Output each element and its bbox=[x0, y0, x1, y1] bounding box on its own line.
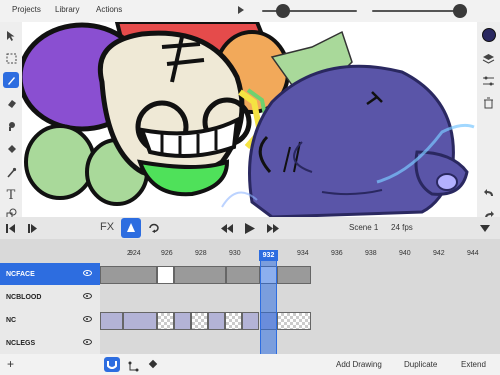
marquee-icon[interactable] bbox=[3, 50, 19, 66]
adjustments-icon[interactable] bbox=[480, 72, 497, 89]
frame-ruler[interactable]: 2924926928930932934936938940942944 bbox=[100, 250, 500, 262]
top-menu-bar: Projects Library Actions bbox=[0, 0, 500, 22]
first-frame-icon[interactable] bbox=[4, 221, 18, 235]
branch-icon[interactable] bbox=[128, 359, 139, 375]
opacity-knob[interactable] bbox=[453, 4, 467, 18]
frame-cell[interactable] bbox=[123, 312, 157, 330]
visibility-eye-icon[interactable] bbox=[83, 270, 92, 276]
step-forward-icon[interactable] bbox=[26, 221, 40, 235]
play-button[interactable] bbox=[243, 221, 257, 235]
frame-cell[interactable] bbox=[100, 266, 157, 284]
track-ncface[interactable] bbox=[100, 264, 500, 286]
onion-skin-icon[interactable] bbox=[121, 218, 141, 238]
trash-icon[interactable] bbox=[480, 94, 497, 111]
library-menu[interactable]: Library bbox=[55, 5, 79, 14]
frame-cell[interactable] bbox=[208, 312, 225, 330]
play-icon[interactable] bbox=[238, 6, 244, 14]
loop-icon[interactable] bbox=[147, 221, 161, 235]
frame-cell[interactable] bbox=[100, 312, 123, 330]
fx-button[interactable]: FX bbox=[100, 221, 114, 233]
ruler-tick-label: 944 bbox=[467, 250, 479, 257]
layer-row-nclegs[interactable]: NCLEGS bbox=[0, 332, 100, 354]
frame-cell[interactable] bbox=[277, 266, 311, 284]
scene-selector[interactable]: Scene 1 bbox=[349, 223, 378, 232]
ruler-tick-label: 936 bbox=[331, 250, 343, 257]
text-tool-icon[interactable]: T bbox=[3, 187, 19, 203]
layer-name: NCFACE bbox=[6, 270, 35, 278]
layer-row-ncblood[interactable]: NCBLOOD bbox=[0, 286, 100, 308]
frame-cell[interactable] bbox=[174, 312, 191, 330]
frame-cell[interactable] bbox=[157, 266, 174, 284]
visibility-eye-icon[interactable] bbox=[83, 339, 92, 345]
frame-cell[interactable] bbox=[225, 312, 242, 330]
ruler-tick-label: 930 bbox=[229, 250, 241, 257]
current-frame-label[interactable]: 932 bbox=[259, 250, 278, 261]
ruler-tick-label: 940 bbox=[399, 250, 411, 257]
actions-menu[interactable]: Actions bbox=[96, 5, 122, 14]
fill-tip-icon[interactable] bbox=[3, 118, 19, 134]
visibility-eye-icon[interactable] bbox=[83, 293, 92, 299]
frame-cell[interactable] bbox=[277, 312, 311, 330]
fps-selector[interactable]: 24 fps bbox=[391, 223, 413, 232]
duplicate-button[interactable]: Duplicate bbox=[404, 360, 437, 369]
frame-cell[interactable] bbox=[242, 312, 259, 330]
color-swatch[interactable] bbox=[480, 26, 497, 43]
keyframe-diamond-icon[interactable] bbox=[148, 359, 158, 369]
timeline-panel: 2924926928930932934936938940942944 NCFAC… bbox=[0, 239, 500, 354]
visibility-eye-icon[interactable] bbox=[83, 316, 92, 322]
magnet-icon[interactable] bbox=[104, 357, 120, 372]
paint-bucket-icon[interactable] bbox=[3, 141, 19, 157]
playhead[interactable] bbox=[260, 250, 277, 354]
layer-row-nc[interactable]: NC bbox=[0, 309, 100, 331]
undo-icon[interactable] bbox=[480, 184, 497, 201]
layer-name: NCLEGS bbox=[6, 339, 36, 347]
next-frame-icon[interactable] bbox=[266, 221, 280, 235]
bottom-toolbar: + Add Drawing Duplicate Extend bbox=[0, 354, 500, 375]
track-nc[interactable] bbox=[100, 310, 500, 332]
frame-cell[interactable] bbox=[174, 266, 226, 284]
ruler-tick-label: 942 bbox=[433, 250, 445, 257]
layer-name: NC bbox=[6, 316, 17, 324]
eraser-icon[interactable] bbox=[3, 95, 19, 111]
ruler-tick-label: 934 bbox=[297, 250, 309, 257]
layer-name: NCBLOOD bbox=[6, 293, 42, 301]
add-layer-icon[interactable]: + bbox=[7, 357, 14, 371]
add-drawing-button[interactable]: Add Drawing bbox=[336, 360, 382, 369]
right-toolbar bbox=[477, 22, 500, 218]
ruler-tick-label: 938 bbox=[365, 250, 377, 257]
layers-icon[interactable] bbox=[480, 50, 497, 67]
ruler-tick-label: 928 bbox=[195, 250, 207, 257]
frame-cell[interactable] bbox=[226, 266, 260, 284]
frame-cell[interactable] bbox=[157, 312, 174, 330]
select-arrow-icon[interactable] bbox=[3, 28, 19, 44]
layer-row-ncface[interactable]: NCFACE bbox=[0, 263, 100, 285]
eyedropper-icon[interactable] bbox=[3, 164, 19, 180]
animation-toolbar: FX Scene 1 24 fps bbox=[0, 217, 500, 239]
ruler-tick-label: 924 bbox=[129, 250, 141, 257]
collapse-timeline-icon[interactable] bbox=[478, 221, 492, 235]
extend-button[interactable]: Extend bbox=[461, 360, 486, 369]
frame-cell[interactable] bbox=[191, 312, 208, 330]
brush-icon[interactable] bbox=[3, 72, 19, 88]
brush-size-knob[interactable] bbox=[276, 4, 290, 18]
left-toolbar: T bbox=[0, 22, 22, 218]
previous-frame-icon[interactable] bbox=[220, 221, 234, 235]
projects-menu[interactable]: Projects bbox=[12, 5, 41, 14]
ruler-tick-label: 926 bbox=[161, 250, 173, 257]
drawing-canvas[interactable] bbox=[22, 22, 477, 217]
layer-list: NCFACE NCBLOOD NC NCLEGS bbox=[0, 263, 100, 354]
